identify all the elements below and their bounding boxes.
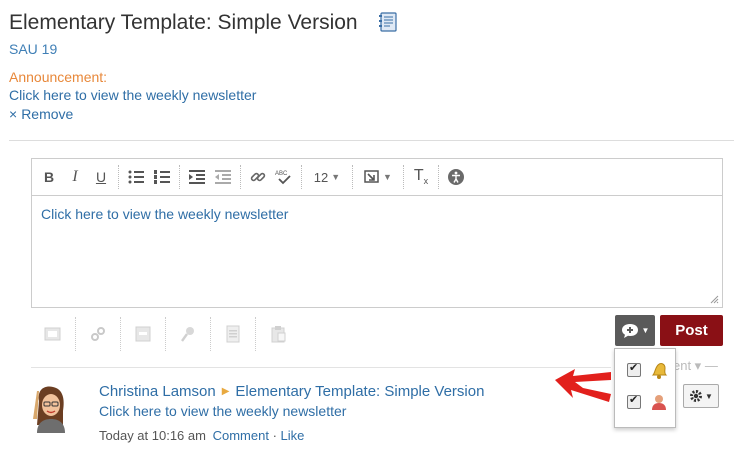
attach-document-button[interactable] [211, 317, 256, 351]
numbered-list-button[interactable] [149, 165, 175, 189]
format-group: B I U [32, 165, 119, 189]
post-author-link[interactable]: Christina Lamson [99, 383, 216, 400]
remove-label: Remove [21, 106, 74, 122]
divider [31, 367, 611, 368]
post-timestamp: Today at 10:16 am [99, 428, 206, 443]
insert-group: ABC [241, 165, 302, 189]
post-button[interactable]: Post [660, 315, 723, 346]
numbered-list-icon [154, 170, 170, 184]
underline-button[interactable]: U [88, 165, 114, 189]
outdent-button[interactable] [210, 165, 236, 189]
post-settings-button[interactable]: ▼ [683, 384, 719, 408]
spellcheck-button[interactable]: ABC [271, 165, 297, 189]
chevron-down-icon: ▼ [705, 391, 713, 401]
svg-text:ABC: ABC [275, 171, 288, 177]
clear-format-icon: Tx [413, 167, 429, 187]
post-header: Christina Lamson ▶ Elementary Template: Si… [99, 383, 484, 400]
chevron-down-icon: ▼ [383, 172, 392, 182]
resize-handle-icon[interactable] [709, 294, 719, 304]
bullet-list-button[interactable] [123, 165, 149, 189]
file-drawer-icon [135, 326, 151, 342]
attach-link-button[interactable] [76, 317, 121, 351]
microphone-icon [181, 327, 194, 342]
arrow-right-icon: ▶ [221, 386, 230, 397]
font-size-select[interactable]: 12 ▼ [306, 165, 348, 189]
remove-announcement-button[interactable]: × Remove [9, 106, 73, 122]
announcement-link[interactable]: Click here to view the weekly newsletter [9, 87, 256, 103]
accessibility-button[interactable] [443, 165, 469, 189]
accessibility-group [439, 165, 473, 189]
gear-icon [690, 390, 703, 402]
editor-content-link[interactable]: Click here to view the weekly newsletter [41, 206, 288, 222]
outdent-icon [215, 170, 231, 184]
bold-button[interactable]: B [36, 165, 62, 189]
notify-checkbox[interactable] [627, 361, 641, 377]
indent-icon [189, 170, 205, 184]
feed-sort-label: ent ▾ — [673, 358, 718, 373]
attachment-toolbar [31, 316, 300, 352]
post-target-link[interactable]: Elementary Template: Simple Version [235, 383, 484, 400]
close-icon: × [9, 106, 18, 122]
embed-icon [364, 170, 379, 183]
italic-button[interactable]: I [62, 165, 88, 189]
attach-image-button[interactable] [31, 317, 76, 351]
size-group: 12 ▼ [302, 165, 353, 189]
clipboard-icon [271, 326, 286, 343]
spellcheck-icon: ABC [275, 171, 291, 185]
indent-button[interactable] [184, 165, 210, 189]
post-body-link[interactable]: Click here to view the weekly newsletter [99, 403, 346, 419]
private-option[interactable] [627, 391, 669, 413]
editor-toolbar: B I U ABC 12 ▼ ▼ Tx [32, 159, 722, 196]
announcement-label: Announcement: [9, 69, 108, 85]
embed-select[interactable]: ▼ [357, 165, 399, 189]
course-code-link[interactable]: SAU 19 [9, 41, 57, 57]
divider [9, 140, 734, 141]
link-icon [91, 327, 105, 341]
bullet-list-icon [128, 170, 144, 184]
document-icon [226, 325, 240, 343]
avatar[interactable] [31, 381, 71, 433]
list-group [119, 165, 180, 189]
clear-format-button[interactable]: Tx [408, 165, 434, 189]
post-meta: Today at 10:16 am Comment · Like [99, 428, 304, 443]
like-link[interactable]: Like [281, 428, 305, 443]
accessibility-icon [448, 169, 464, 185]
link-icon [250, 172, 266, 182]
speech-bubble-icon [621, 323, 638, 338]
image-icon [44, 327, 61, 341]
meta-separator: · [272, 428, 277, 443]
comment-options-dropdown[interactable]: ▼ [615, 315, 655, 346]
page-title: Elementary Template: Simple Version [9, 11, 358, 34]
user-icon [652, 395, 666, 410]
attach-clipboard-button[interactable] [256, 317, 300, 351]
bell-icon [651, 363, 668, 379]
clear-group: Tx [404, 165, 439, 189]
comment-options-menu [614, 348, 676, 428]
chevron-down-icon: ▼ [331, 172, 341, 182]
notebook-icon[interactable] [378, 12, 398, 32]
indent-group [180, 165, 241, 189]
font-size-value: 12 [313, 169, 329, 185]
embed-group: ▼ [353, 165, 404, 189]
private-checkbox[interactable] [627, 393, 641, 409]
notify-option[interactable] [627, 359, 669, 381]
annotation-arrow-icon [555, 369, 611, 402]
chevron-down-icon: ▼ [641, 326, 650, 335]
comment-link[interactable]: Comment [213, 428, 269, 443]
rich-text-editor: B I U ABC 12 ▼ ▼ Tx Click here to view t… [31, 158, 723, 308]
attach-audio-button[interactable] [166, 317, 211, 351]
link-button[interactable] [245, 165, 271, 189]
attach-file-button[interactable] [121, 317, 166, 351]
